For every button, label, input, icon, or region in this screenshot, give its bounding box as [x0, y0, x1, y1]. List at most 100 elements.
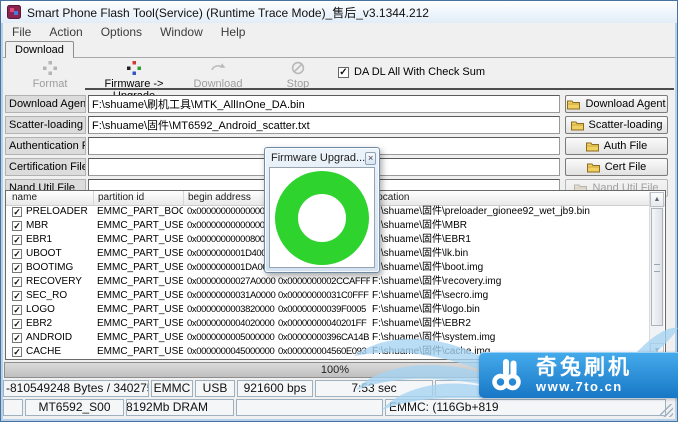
- table-row[interactable]: LOGO EMMC_PART_USER 0x0000000003820000 0…: [6, 303, 650, 317]
- cell-name: EBR1: [26, 233, 92, 247]
- status-elapsed-time: 7:53 sec: [315, 380, 433, 397]
- cell-name: SEC_RO: [26, 289, 92, 303]
- da-dl-checksum-option[interactable]: DA DL All With Check Sum: [338, 66, 485, 78]
- checksum-checkbox-checked-icon[interactable]: [338, 67, 349, 78]
- folder-icon: [587, 162, 600, 173]
- rabbit-logo-icon: [491, 359, 527, 391]
- cell-name: ANDROID: [26, 331, 92, 345]
- menu-window[interactable]: Window: [151, 23, 212, 41]
- cell-partition: EMMC_PART_USER: [97, 289, 183, 303]
- cell-location: F:\shuame\固件\boot.img: [372, 261, 648, 275]
- row-checkbox-checked-icon[interactable]: [12, 249, 22, 259]
- row-checkbox-checked-icon[interactable]: [12, 235, 22, 245]
- cell-partition: EMMC_PART_USER: [97, 261, 183, 275]
- status-empty-small-cell: [3, 399, 23, 416]
- cell-location: F:\shuame\固件\system.img: [372, 331, 648, 345]
- menu-action[interactable]: Action: [40, 23, 91, 41]
- format-icon: [43, 61, 57, 75]
- dialog-title-bar[interactable]: Firmware Upgrad... ×: [265, 148, 379, 167]
- row-checkbox-checked-icon[interactable]: [12, 207, 22, 217]
- cell-partition: EMMC_PART_USER: [97, 247, 183, 261]
- table-scrollbar[interactable]: ▲ ▼: [649, 192, 664, 358]
- cell-end: 0x00000000039F0005: [278, 303, 370, 317]
- folder-icon: [586, 141, 599, 152]
- row-checkbox-checked-icon[interactable]: [12, 347, 22, 357]
- col-partition-id[interactable]: partition id: [94, 191, 184, 205]
- row-checkbox-checked-icon[interactable]: [12, 333, 22, 343]
- cell-begin: 0x0000000003820000: [187, 303, 277, 317]
- status-storage-type: EMMC: [151, 380, 193, 397]
- scroll-up-icon[interactable]: ▲: [650, 192, 664, 207]
- cell-location: F:\shuame\固件\lk.bin: [372, 247, 648, 261]
- table-row[interactable]: SEC_RO EMMC_PART_USER 0x00000000031A0000…: [6, 289, 650, 303]
- cell-end: 0x00000000396CA14B: [278, 331, 370, 345]
- cell-location: F:\shuame\固件\recovery.img: [372, 275, 648, 289]
- status-dram: 8192Mb DRAM: [126, 399, 234, 416]
- app-icon: [7, 5, 21, 19]
- window-title: Smart Phone Flash Tool(Service) (Runtime…: [27, 4, 429, 21]
- tab-page-border: [3, 57, 675, 58]
- menu-file[interactable]: File: [3, 23, 40, 41]
- cell-partition: EMMC_PART_USER: [97, 233, 183, 247]
- toolbar-divider: [85, 88, 674, 90]
- col-location[interactable]: location: [371, 191, 650, 205]
- status-chip: MT6592_S00: [25, 399, 124, 416]
- cell-name: RECOVERY: [26, 275, 92, 289]
- progress-ring: [275, 171, 369, 265]
- resize-grip-icon[interactable]: [660, 404, 673, 417]
- row-checkbox-checked-icon[interactable]: [12, 305, 22, 315]
- cell-location: F:\shuame\固件\EBR1: [372, 233, 648, 247]
- cell-begin: 0x0000000005000000: [187, 331, 277, 345]
- cell-partition: EMMC_PART_USER: [97, 345, 183, 359]
- cell-name: LOGO: [26, 303, 92, 317]
- col-name[interactable]: name: [6, 191, 94, 205]
- download-agent-input[interactable]: [88, 95, 560, 113]
- stop-button[interactable]: Stop: [263, 61, 333, 90]
- cell-partition: EMMC_PART_USER: [97, 219, 183, 233]
- status-empty-cell: [236, 399, 383, 416]
- menu-help[interactable]: Help: [212, 23, 255, 41]
- format-button[interactable]: Format: [15, 61, 85, 90]
- firmware-upgrade-dialog[interactable]: Firmware Upgrad... ×: [264, 147, 380, 273]
- format-label: Format: [33, 78, 68, 90]
- title-bar[interactable]: Smart Phone Flash Tool(Service) (Runtime…: [1, 1, 677, 23]
- cert-file-label: Certification File: [5, 158, 86, 176]
- download-icon: [210, 61, 226, 75]
- tab-download[interactable]: Download: [5, 41, 74, 58]
- scatter-browse-button[interactable]: Scatter-loading: [565, 116, 668, 134]
- auth-file-label: Authentication File: [5, 137, 86, 155]
- cell-end: 0x00000000031C0FFF: [278, 289, 370, 303]
- watermark-url: www.7to.cn: [536, 379, 632, 394]
- cell-name: EBR2: [26, 317, 92, 331]
- col-begin-address[interactable]: begin address: [184, 191, 276, 205]
- cell-partition: EMMC_PART_USER: [97, 303, 183, 317]
- status-port: USB: [195, 380, 235, 397]
- row-checkbox-checked-icon[interactable]: [12, 291, 22, 301]
- auth-file-browse-button[interactable]: Auth File: [565, 137, 668, 155]
- row-checkbox-checked-icon[interactable]: [12, 221, 22, 231]
- row-checkbox-checked-icon[interactable]: [12, 277, 22, 287]
- cell-partition: EMMC_PART_USER: [97, 275, 183, 289]
- cell-end: 0x00000000040201FF: [278, 317, 370, 331]
- table-row[interactable]: RECOVERY EMMC_PART_USER 0x00000000027A00…: [6, 275, 650, 289]
- cert-file-browse-button[interactable]: Cert File: [565, 158, 668, 176]
- app-window: Smart Phone Flash Tool(Service) (Runtime…: [0, 0, 678, 422]
- cell-begin: 0x0000000004020000: [187, 317, 277, 331]
- cell-partition: EMMC_PART_USER: [97, 331, 183, 345]
- table-row[interactable]: EBR2 EMMC_PART_USER 0x0000000004020000 0…: [6, 317, 650, 331]
- status-bytes: -810549248 Bytes / 3402752.00: [3, 380, 149, 397]
- browse-button-label: Auth File: [604, 140, 647, 152]
- scrollbar-thumb[interactable]: [651, 208, 663, 326]
- dialog-close-icon[interactable]: ×: [365, 152, 376, 165]
- progress-percent: 100%: [321, 364, 349, 376]
- scatter-file-input[interactable]: [88, 116, 560, 134]
- row-checkbox-checked-icon[interactable]: [12, 263, 22, 273]
- table-row[interactable]: ANDROID EMMC_PART_USER 0x000000000500000…: [6, 331, 650, 345]
- menu-options[interactable]: Options: [92, 23, 151, 41]
- browse-button-label: Scatter-loading: [589, 119, 663, 131]
- folder-icon: [567, 99, 580, 110]
- cell-name: BOOTIMG: [26, 261, 92, 275]
- download-button[interactable]: Download: [183, 61, 253, 90]
- download-agent-browse-button[interactable]: Download Agent: [565, 95, 668, 113]
- row-checkbox-checked-icon[interactable]: [12, 319, 22, 329]
